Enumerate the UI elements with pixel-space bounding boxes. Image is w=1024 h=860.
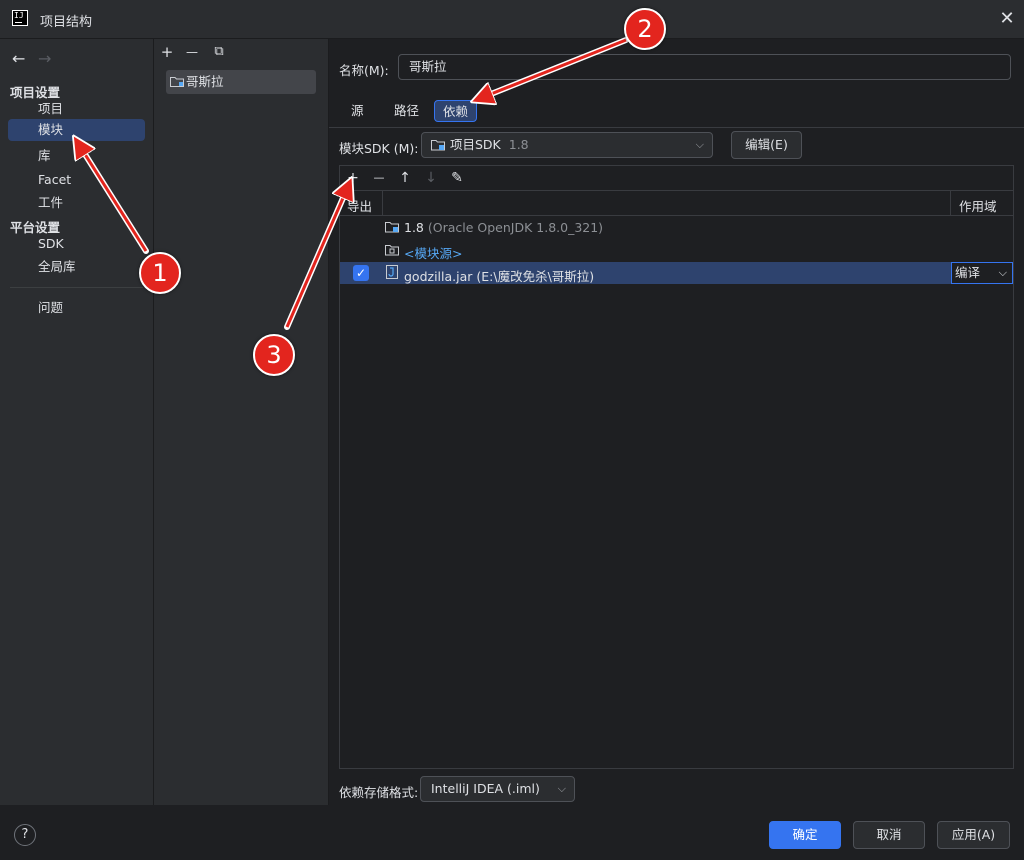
module-list-item[interactable]: 哥斯拉 <box>166 70 316 94</box>
dependencies-toolbar <box>340 166 1013 191</box>
edit-dependency-icon[interactable]: ✎ <box>448 169 466 187</box>
sidebar-item-artifacts[interactable]: 工件 <box>8 192 145 214</box>
sidebar-item-libraries[interactable]: 库 <box>8 145 145 167</box>
storage-format-label: 依赖存储格式: <box>339 785 419 800</box>
jdk-name: 1.8 <box>404 220 424 235</box>
remove-module-icon[interactable]: — <box>183 43 201 61</box>
name-label: 名称(M): <box>339 63 389 78</box>
scope-select[interactable]: 编译 ⌵ <box>951 262 1013 284</box>
back-arrow-icon[interactable]: ← <box>12 49 25 68</box>
tab-dependencies[interactable]: 依赖 <box>434 100 478 122</box>
window-title: 项目结构 <box>40 15 93 30</box>
sidebar-item-sdks[interactable]: SDK <box>8 233 145 255</box>
module-sdk-label: 模块SDK (M): <box>339 141 419 156</box>
copy-module-icon[interactable]: ⧉ <box>210 43 228 61</box>
apply-button[interactable]: 应用(A) <box>937 821 1010 849</box>
remove-dependency-icon[interactable]: — <box>370 169 388 187</box>
close-icon[interactable]: ✕ <box>996 8 1018 30</box>
jar-row-label: godzilla.jar (E:\魔改免杀\哥斯拉) <box>404 266 594 285</box>
sdk-folder-icon <box>431 140 445 151</box>
jdk-folder-icon <box>385 222 399 233</box>
annotation-badge-1: 1 <box>139 252 181 294</box>
sidebar-divider <box>10 287 143 288</box>
annotation-badge-3: 3 <box>253 334 295 376</box>
chevron-down-icon: ⌵ <box>998 266 1007 279</box>
move-up-icon[interactable]: ↑ <box>396 169 414 187</box>
storage-format-select[interactable]: IntelliJ IDEA (.iml) ⌵ <box>420 776 575 802</box>
export-checkbox[interactable]: ✓ <box>353 265 369 281</box>
move-down-icon[interactable]: ↓ <box>422 169 440 187</box>
jar-path: (E:\魔改免杀\哥斯拉) <box>476 269 595 284</box>
cancel-button[interactable]: 取消 <box>853 821 925 849</box>
sidebar-item-problems[interactable]: 问题 <box>8 297 145 319</box>
sidebar-item-facets[interactable]: Facet <box>8 169 145 191</box>
jar-file-icon <box>386 265 398 279</box>
annotation-badge-2: 2 <box>624 8 666 50</box>
module-sdk-select[interactable]: 项目SDK 1.8 ⌵ <box>421 132 713 158</box>
module-name-input[interactable]: 哥斯拉 <box>398 54 1011 80</box>
jar-name: godzilla.jar <box>404 269 473 284</box>
sdk-version: 1.8 <box>508 137 529 152</box>
col-scope-header[interactable]: 作用域 <box>959 196 997 215</box>
scope-value: 编译 <box>955 265 981 280</box>
table-header <box>340 191 1013 216</box>
chevron-down-icon: ⌵ <box>557 782 566 795</box>
chevron-down-icon: ⌵ <box>695 138 704 151</box>
module-folder-icon <box>170 77 184 87</box>
module-source-row[interactable]: <模块源> <box>404 243 462 262</box>
col-export-header[interactable]: 导出 <box>347 196 372 215</box>
sidebar-item-project[interactable]: 项目 <box>8 98 145 120</box>
column-separator <box>950 191 951 215</box>
storage-format-value: IntelliJ IDEA (.iml) <box>431 781 540 796</box>
help-icon[interactable]: ? <box>14 824 36 846</box>
add-module-icon[interactable]: + <box>158 43 176 61</box>
table-row[interactable]: 1.8 (Oracle OpenJDK 1.8.0_321) <box>404 220 603 235</box>
jdk-detail: (Oracle OpenJDK 1.8.0_321) <box>427 220 604 235</box>
ok-button[interactable]: 确定 <box>769 821 841 849</box>
column-separator <box>382 191 383 215</box>
title-bar <box>0 0 1024 39</box>
module-list-panel <box>154 39 329 805</box>
sidebar-item-modules[interactable]: 模块 <box>8 119 145 141</box>
tabs-divider <box>329 127 1024 128</box>
intellij-app-icon: IJ <box>12 10 28 26</box>
add-dependency-icon[interactable]: + <box>344 169 362 187</box>
tab-paths[interactable]: 路径 <box>386 100 427 122</box>
edit-sdk-button[interactable]: 编辑(E) <box>731 131 802 159</box>
tab-sources[interactable]: 源 <box>343 100 372 122</box>
source-folder-icon <box>385 245 399 256</box>
sidebar-item-global-libraries[interactable]: 全局库 <box>8 256 145 278</box>
forward-arrow-icon[interactable]: → <box>38 49 51 68</box>
sdk-value: 项目SDK <box>450 137 501 152</box>
